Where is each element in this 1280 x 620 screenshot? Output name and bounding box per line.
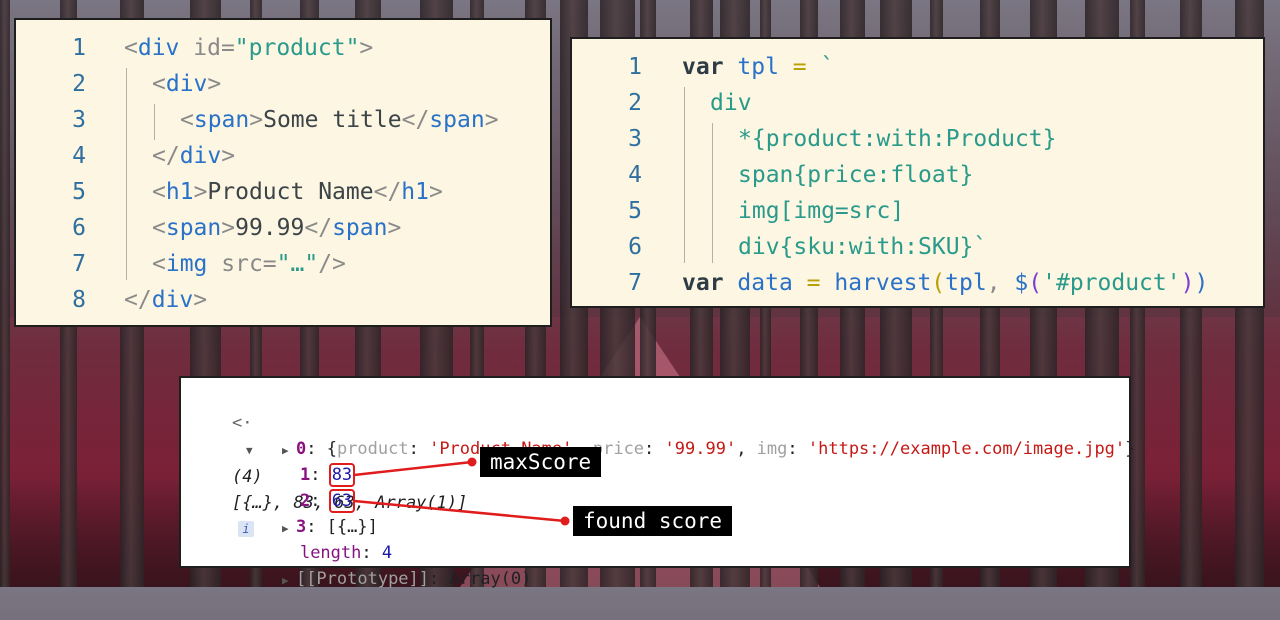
found-score-pointer-dot (560, 516, 570, 526)
max-score-pointer-dot (467, 457, 477, 467)
annotation-lines (354, 457, 570, 526)
max-score-label: maxScore (480, 447, 602, 477)
found-score-pointer-line (354, 499, 566, 523)
max-score-pointer-line (354, 460, 473, 477)
found-score-label: found score (573, 506, 733, 536)
